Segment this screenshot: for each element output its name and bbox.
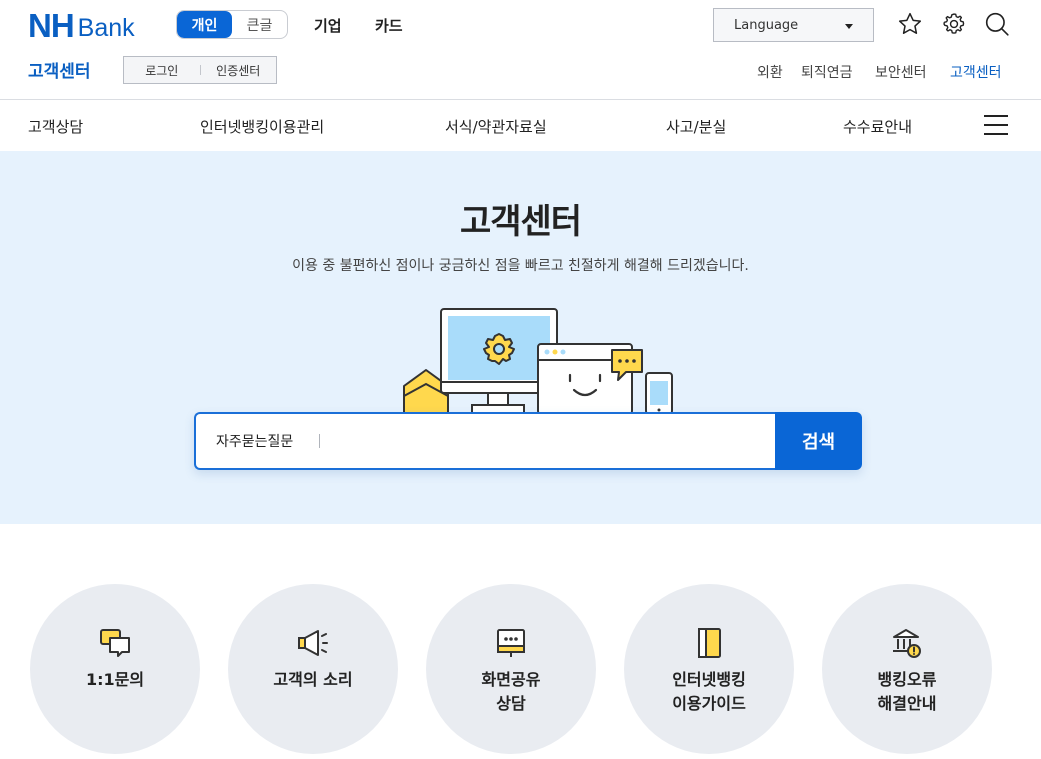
menu-hamburger-icon[interactable]: [984, 115, 1008, 135]
quick-menu-screen-share[interactable]: 화면공유 상담: [426, 584, 596, 754]
gnb-consultation[interactable]: 고객상담: [28, 116, 83, 137]
star-icon: [898, 12, 922, 34]
header-divider: [0, 99, 1041, 100]
quick-menu-banking-guide[interactable]: 인터넷뱅킹 이용가이드: [624, 584, 794, 754]
logo-nh-text: NH: [28, 7, 75, 44]
faq-search-field[interactable]: 자주묻는질문: [194, 412, 775, 470]
guide-book-icon: [698, 628, 721, 658]
login-group: 로그인 인증센터: [123, 56, 277, 84]
faq-search-category[interactable]: 자주묻는질문: [216, 431, 293, 451]
gnb-accident-loss[interactable]: 사고/분실: [666, 116, 726, 137]
language-select[interactable]: Language: [713, 8, 874, 42]
login-button[interactable]: 로그인: [124, 62, 200, 79]
faq-search-button[interactable]: 검색: [775, 412, 862, 470]
nav-card-link[interactable]: 카드: [375, 15, 403, 36]
screen-share-icon: [497, 629, 525, 657]
megaphone-icon: [298, 630, 328, 656]
bank-alert-icon: [893, 629, 921, 658]
hero-title: 고객센터: [459, 202, 582, 242]
toggle-personal[interactable]: 개인: [177, 11, 232, 38]
quick-menu-label: 고객의 소리: [273, 670, 353, 689]
page-section-title: 고객센터: [28, 62, 91, 82]
search-icon: [985, 12, 1009, 36]
quick-menu-label: 화면공유 상담: [481, 670, 541, 713]
gear-icon: [943, 13, 965, 34]
smartphone-icon: [645, 372, 673, 414]
search-button[interactable]: [983, 10, 1011, 38]
faq-search-bar: 자주묻는질문 검색: [194, 412, 862, 470]
util-link-forex[interactable]: 외환: [757, 62, 783, 82]
nav-corporate-link[interactable]: 기업: [314, 15, 342, 36]
gnb-internet-banking[interactable]: 인터넷뱅킹이용관리: [200, 116, 324, 137]
audience-toggle: 개인 큰글: [176, 10, 288, 39]
quick-menu-label: 뱅킹오류 해결안내: [877, 670, 937, 713]
quick-menu-customer-voice[interactable]: 고객의 소리: [228, 584, 398, 754]
toggle-large-text[interactable]: 큰글: [232, 11, 287, 38]
hero-section: 고객센터 이용 중 불편하신 점이나 궁금하신 점을 빠르고 친절하게 해결해 …: [0, 151, 1041, 524]
gnb-fees[interactable]: 수수료안내: [843, 116, 912, 137]
cert-center-button[interactable]: 인증센터: [201, 62, 277, 79]
language-select-label: Language: [734, 17, 799, 33]
util-link-security[interactable]: 보안센터: [875, 62, 927, 82]
caret-down-icon: [845, 24, 853, 29]
logo-bank-text: Bank: [77, 14, 135, 42]
settings-button[interactable]: [940, 10, 968, 38]
quick-menu-label: 인터넷뱅킹 이용가이드: [672, 670, 746, 713]
util-link-pension[interactable]: 퇴직연금: [801, 62, 853, 82]
gnb-forms-terms[interactable]: 서식/약관자료실: [445, 116, 547, 137]
quick-menu-banking-error[interactable]: 뱅킹오류 해결안내: [822, 584, 992, 754]
hero-description: 이용 중 불편하신 점이나 궁금하신 점을 빠르고 친절하게 해결해 드리겠습니…: [292, 258, 749, 274]
chat-bubbles-icon: [100, 629, 130, 657]
favorite-button[interactable]: [896, 10, 924, 38]
quick-menu-inquiry[interactable]: 1:1문의: [30, 584, 200, 754]
quick-menu-label: 1:1문의: [85, 670, 145, 689]
faq-search-input[interactable]: [320, 414, 775, 468]
util-link-customer-center[interactable]: 고객센터: [950, 62, 1002, 82]
nh-bank-logo[interactable]: NH Bank: [28, 7, 135, 44]
customer-center-illustration-icon: [403, 308, 673, 414]
